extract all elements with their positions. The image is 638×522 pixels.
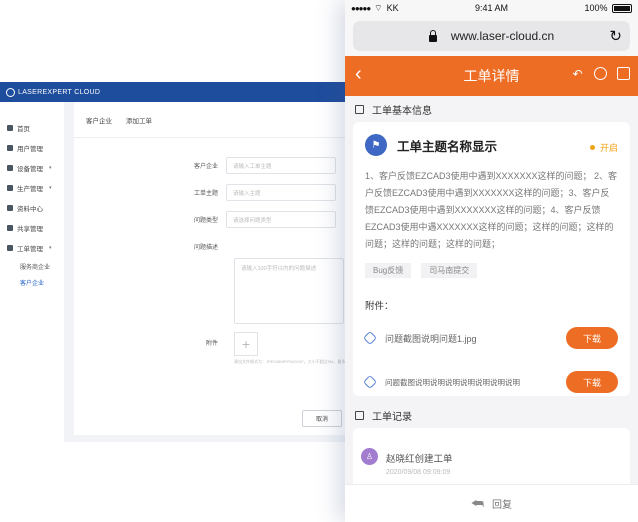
- sidebar-item-resources[interactable]: 资料中心: [0, 198, 64, 218]
- attachment-item: 问题截图说明说明说明说明说明说明说明 下载: [362, 371, 618, 393]
- desktop-topbar: LASEREXPERT CLOUD: [0, 82, 360, 102]
- sidebar-item-production[interactable]: 生产管理 ▾: [0, 178, 64, 198]
- link-icon: [362, 374, 378, 390]
- form-row-desc: 问题描述: [74, 242, 226, 251]
- form-row-company: 客户企业 请输入工单主题: [74, 157, 336, 174]
- nav-actions: ↶: [571, 67, 630, 81]
- sidebar-sub-customer[interactable]: 客户企业: [0, 274, 64, 290]
- record-time: 2020/09/08 09:09:09: [386, 469, 451, 476]
- edit-icon[interactable]: [617, 67, 630, 80]
- tag: 司马南提交: [421, 263, 478, 278]
- logo: LASEREXPERT CLOUD: [6, 87, 101, 97]
- page-title: 工单详情: [463, 68, 520, 84]
- folder-icon: [7, 205, 13, 211]
- wifi-icon: ⌔: [374, 2, 383, 13]
- plus-icon: +: [241, 336, 251, 352]
- sidebar-item-home[interactable]: 首页: [0, 118, 64, 138]
- record-text: 赵晓红创建工单: [386, 454, 453, 465]
- address-bar[interactable]: www.laser-cloud.cn ↻: [353, 21, 630, 51]
- ticket-description: 1、客户反馈EZCAD3使用中遇到XXXXXXX这样的问题； 2、客户反馈EZC…: [365, 171, 618, 249]
- subject-input[interactable]: 请输入主题: [226, 184, 336, 201]
- chevron-down-icon: ▾: [49, 185, 52, 191]
- browser-bar: www.laser-cloud.cn ↻: [345, 16, 638, 56]
- carrier: KK: [386, 3, 399, 13]
- section-header-info: 工单基本信息: [345, 96, 638, 122]
- sidebar-sub-provider[interactable]: 服务商企业: [0, 258, 64, 274]
- share-icon: [7, 225, 13, 231]
- reply-label: 回复: [492, 500, 513, 511]
- field-label: 问题描述: [193, 245, 218, 251]
- ticket-info-card: ⚑ 工单主题名称显示 开启 1、客户反馈EZCAD3使用中遇到XXXXXXX这样…: [353, 122, 630, 396]
- document-icon: [355, 410, 364, 420]
- attachment-name[interactable]: 问题截图说明问题1.jpg: [385, 332, 566, 345]
- cancel-button[interactable]: 取消: [302, 410, 342, 427]
- back-icon[interactable]: ‹: [355, 64, 362, 84]
- chevron-down-icon: ▾: [49, 165, 52, 171]
- attachment-name[interactable]: 问题截图说明说明说明说明说明说明说明: [385, 377, 566, 388]
- form-row-subject: 工单主题 请输入主题: [74, 184, 336, 201]
- attachments-label: 附件：: [365, 301, 394, 312]
- field-label: 问题类型: [193, 218, 218, 224]
- upload-hint: 建议文件格式为：JPEG/BMP/PNG/GIF，大小不超过5M，最多上传5张: [234, 359, 360, 364]
- attachment-item: 问题截图说明问题1.jpg 下载: [362, 327, 618, 349]
- logo-icon: [6, 87, 15, 97]
- battery-icon: [611, 4, 632, 14]
- record-card: ♙ 赵晓红创建工单 2020/09/08 09:09:09: [353, 428, 630, 490]
- description-textarea[interactable]: 请输入100字符以内的问题描述: [234, 258, 344, 324]
- form-row-type: 问题类型 请选择问题类型: [74, 211, 336, 228]
- section-header-records: 工单记录: [345, 402, 638, 428]
- tag-list: Bug反馈 司马南提交: [365, 263, 618, 278]
- section-title: 工单基本信息: [372, 105, 432, 117]
- device-icon: [7, 165, 13, 171]
- sidebar-item-devices[interactable]: 设备管理 ▾: [0, 158, 64, 178]
- status-dot-icon: [589, 145, 595, 150]
- desktop-sidebar: 首页 用户管理 设备管理 ▾ 生产管理 ▾ 资料中心 共享管理 工单管理 ▾ 服务商企…: [0, 102, 64, 442]
- document-icon: [355, 104, 364, 114]
- avatar: ♙: [361, 448, 378, 465]
- flag-icon: ⚑: [365, 134, 387, 156]
- status-badge: 开启: [589, 141, 618, 154]
- battery-level: 100%: [584, 2, 608, 13]
- sidebar-item-users[interactable]: 用户管理: [0, 138, 64, 158]
- download-button[interactable]: 下载: [566, 371, 618, 393]
- sidebar-item-tickets[interactable]: 工单管理 ▾: [0, 238, 64, 258]
- tag: Bug反馈: [365, 263, 412, 278]
- signal-icon: ●●●●●: [351, 3, 371, 13]
- status-bar: ●●●●● ⌔ KK 9:41 AM 100%: [345, 0, 638, 16]
- production-icon: [7, 185, 13, 191]
- lock-icon: [428, 29, 437, 42]
- type-select[interactable]: 请选择问题类型: [226, 211, 336, 228]
- field-label: 客户企业: [193, 164, 218, 170]
- url-text: www.laser-cloud.cn: [450, 29, 555, 43]
- section-title: 工单记录: [372, 411, 412, 423]
- form-row-attach: 附件: [74, 338, 226, 347]
- phone-screen: ●●●●● ⌔ KK 9:41 AM 100% www.laser-cloud.…: [345, 0, 638, 522]
- ticket-title: 工单主题名称显示: [397, 139, 498, 154]
- home-icon: [7, 125, 13, 131]
- sidebar-item-sharing[interactable]: 共享管理: [0, 218, 64, 238]
- chevron-down-icon: ▾: [49, 245, 52, 251]
- breadcrumb: 客户企业 添加工单: [74, 102, 360, 138]
- breadcrumb-item: 添加工单: [126, 117, 152, 125]
- link-icon: [362, 330, 378, 346]
- undo-icon[interactable]: ↶: [571, 67, 584, 81]
- field-label: 附件: [205, 341, 218, 347]
- reload-icon[interactable]: ↻: [609, 27, 622, 45]
- desktop-window: LASEREXPERT CLOUD 首页 用户管理 设备管理 ▾ 生产管理 ▾ 资料…: [0, 82, 360, 442]
- power-icon[interactable]: [594, 67, 607, 80]
- logo-text: LASEREXPERT CLOUD: [18, 88, 101, 96]
- reply-bar[interactable]: ⮪ 回复: [345, 484, 638, 522]
- ticket-icon: [7, 245, 13, 251]
- upload-button[interactable]: +: [234, 332, 258, 356]
- clock: 9:41 AM: [475, 3, 509, 13]
- field-label: 工单主题: [193, 191, 218, 197]
- breadcrumb-item[interactable]: 客户企业: [86, 115, 112, 125]
- nav-bar: ‹ 工单详情 ↶: [345, 56, 638, 96]
- download-button[interactable]: 下载: [566, 327, 618, 349]
- reply-icon: ⮪: [470, 495, 485, 511]
- company-input[interactable]: 请输入工单主题: [226, 157, 336, 174]
- form-card: 客户企业 添加工单 客户企业 请输入工单主题 工单主题 请输入主题 问题类型 请…: [74, 102, 360, 435]
- user-icon: [7, 145, 13, 151]
